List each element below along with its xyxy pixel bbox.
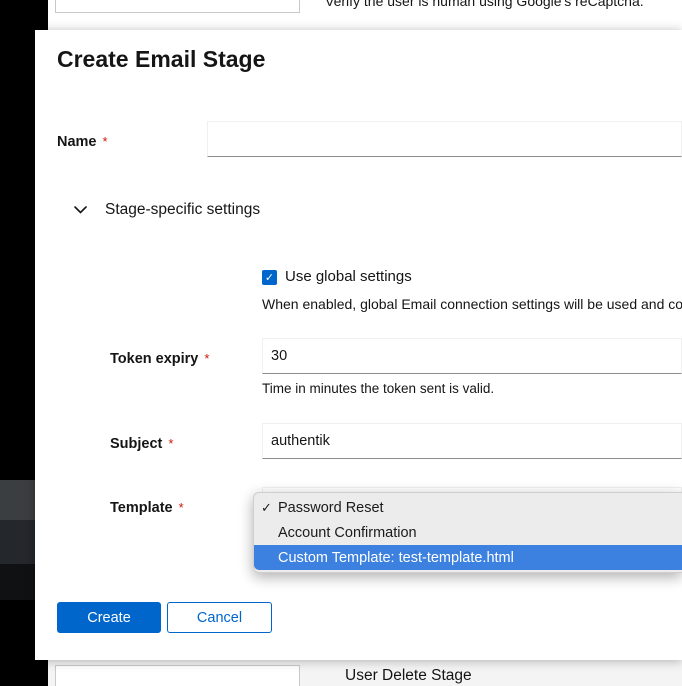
token-expiry-label: Token expiry* <box>110 351 209 367</box>
use-global-settings-help: When enabled, global Email connection se… <box>262 296 682 312</box>
background-input <box>55 0 300 13</box>
template-dropdown-menu: ✓ Password Reset Account Confirmation Cu… <box>253 492 682 573</box>
use-global-settings-checkbox[interactable]: ✓ <box>262 270 277 285</box>
background-page-top: Verify the user is human using Google's … <box>48 0 682 30</box>
name-input[interactable] <box>207 121 682 157</box>
name-label: Name* <box>57 134 108 150</box>
required-asterisk: * <box>179 500 184 515</box>
token-expiry-input[interactable] <box>262 338 682 374</box>
use-global-settings-label[interactable]: Use global settings <box>285 268 412 285</box>
stage-settings-section-toggle[interactable]: Stage-specific settings <box>73 198 260 222</box>
check-icon: ✓ <box>265 271 274 284</box>
subject-input[interactable] <box>262 423 682 459</box>
create-button[interactable]: Create <box>57 602 161 633</box>
background-page-bottom: User Delete Stage <box>48 660 682 686</box>
dropdown-option-account-confirmation[interactable]: Account Confirmation <box>254 520 682 545</box>
screen: Verify the user is human using Google's … <box>0 0 682 686</box>
dropdown-option-custom-template[interactable]: Custom Template: test-template.html <box>254 545 682 570</box>
required-asterisk: * <box>204 351 209 366</box>
token-expiry-help: Time in minutes the token sent is valid. <box>262 381 494 396</box>
required-asterisk: * <box>168 436 173 451</box>
chevron-down-icon <box>73 203 87 217</box>
checkmark-icon: ✓ <box>261 500 278 516</box>
template-label: Template* <box>110 500 184 516</box>
stage-row-label: User Delete Stage <box>345 667 472 685</box>
required-asterisk: * <box>103 134 108 149</box>
subject-label: Subject* <box>110 436 173 452</box>
background-input <box>55 665 300 686</box>
cancel-button[interactable]: Cancel <box>167 602 272 633</box>
recaptcha-help-text: Verify the user is human using Google's … <box>325 0 644 9</box>
section-label: Stage-specific settings <box>105 201 260 219</box>
dropdown-option-password-reset[interactable]: ✓ Password Reset <box>254 495 682 520</box>
modal-title: Create Email Stage <box>57 46 265 73</box>
